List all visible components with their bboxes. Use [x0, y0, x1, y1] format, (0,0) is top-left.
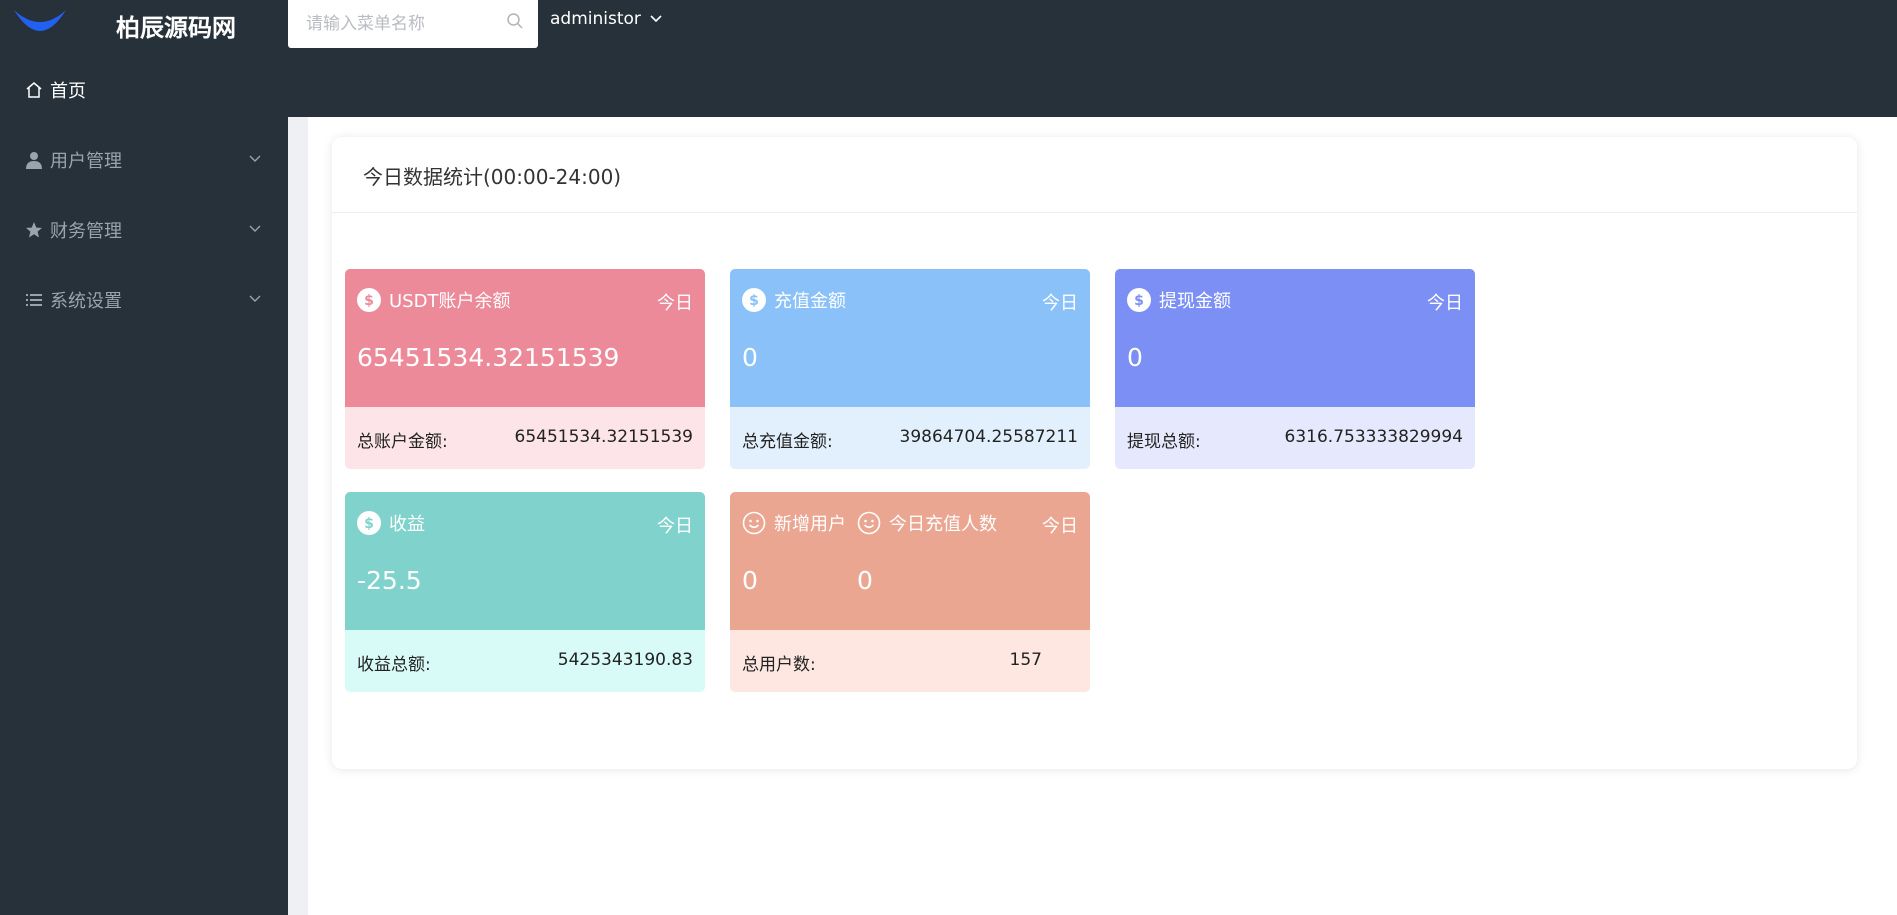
card-footer: 提现总额: 6316.753333829994 [1115, 407, 1475, 469]
card-footer-value: 6316.753333829994 [1284, 427, 1463, 447]
card-value: 65451534.32151539 [357, 343, 620, 372]
dollar-circle-icon: $ [357, 511, 381, 535]
card-value: -25.5 [357, 566, 422, 595]
list-icon [26, 294, 42, 306]
card-title: $ 充值金额 [742, 287, 846, 313]
card-footer: 总用户数: 157 [730, 630, 1090, 692]
card-footer-value: 39864704.25587211 [899, 427, 1078, 447]
sidebar-item-home[interactable]: 首页 [0, 62, 288, 118]
card-title-text: USDT账户余额 [389, 291, 511, 312]
card-footer-label: 总用户数: [742, 655, 816, 675]
card-title-text: 充值金额 [774, 291, 846, 312]
card-footer: 总充值金额: 39864704.25587211 [730, 407, 1090, 469]
chevron-down-icon [249, 295, 261, 302]
smile-icon [857, 511, 881, 535]
card-today-badge: 今日 [657, 516, 693, 537]
card-footer-label: 总充值金额: [742, 432, 833, 452]
card-title-text: 新增用户 [774, 514, 846, 535]
card-footer: 总账户金额: 65451534.32151539 [345, 407, 705, 469]
brand-title: 柏辰源码网 [116, 14, 236, 42]
svg-text:$: $ [364, 516, 374, 532]
chevron-down-icon [650, 15, 662, 23]
sidebar-item-label: 用户管理 [50, 151, 122, 172]
sidebar-item-user-management[interactable]: 用户管理 [0, 132, 288, 188]
dollar-circle-icon: $ [742, 288, 766, 312]
sidebar-item-finance-management[interactable]: 财务管理 [0, 202, 288, 258]
dollar-circle-icon: $ [357, 288, 381, 312]
card-footer: 收益总额: 5425343190.83 [345, 630, 705, 692]
card-title: $ 提现金额 [1127, 287, 1231, 313]
card-header: $ 收益 今日 -25.5 [345, 492, 705, 630]
menu-search [288, 0, 538, 48]
stat-card-earnings: $ 收益 今日 -25.5 收益总额: 5425343190.83 [345, 492, 705, 692]
card-title: 新增用户 [742, 510, 846, 536]
card-value: 0 [742, 566, 758, 595]
content-gutter [288, 117, 308, 915]
card-today-badge: 今日 [1042, 293, 1078, 314]
home-icon [26, 82, 42, 98]
card-header: $ 充值金额 今日 0 [730, 269, 1090, 407]
menu-search-input[interactable] [306, 12, 496, 36]
card-header: $ 提现金额 今日 0 [1115, 269, 1475, 407]
card-value-secondary: 0 [857, 566, 873, 595]
card-footer-label: 提现总额: [1127, 432, 1201, 452]
card-title-text: 收益 [389, 514, 425, 535]
sidebar-item-label: 财务管理 [50, 221, 122, 242]
svg-text:$: $ [1134, 293, 1144, 309]
card-today-badge: 今日 [657, 293, 693, 314]
card-footer-value: 65451534.32151539 [514, 427, 693, 447]
stat-card-usdt-balance: $ USDT账户余额 今日 65451534.32151539 总账户金额: 6… [345, 269, 705, 469]
card-footer-value: 5425343190.83 [557, 650, 693, 670]
stat-card-recharge: $ 充值金额 今日 0 总充值金额: 39864704.25587211 [730, 269, 1090, 469]
user-icon [26, 152, 42, 169]
sidebar-item-label: 首页 [50, 81, 86, 102]
search-icon[interactable] [506, 12, 524, 30]
card-title: $ USDT账户余额 [357, 287, 510, 313]
card-title: $ 收益 [357, 510, 425, 536]
card-title-text: 今日充值人数 [889, 514, 997, 535]
card-footer-label: 收益总额: [357, 655, 431, 675]
stats-panel: 今日数据统计(00:00-24:00) $ USDT账户余额 今日 654515… [332, 137, 1857, 769]
card-header: $ USDT账户余额 今日 65451534.32151539 [345, 269, 705, 407]
svg-text:$: $ [749, 293, 759, 309]
username: administor [550, 9, 641, 29]
svg-text:$: $ [364, 293, 374, 309]
card-title-text: 提现金额 [1159, 291, 1231, 312]
card-header: 新增用户 今日充值人数 今日 0 0 [730, 492, 1090, 630]
card-value: 0 [1127, 343, 1143, 372]
card-footer-value: 157 [1009, 650, 1042, 670]
logo-icon [14, 10, 66, 31]
card-value: 0 [742, 343, 758, 372]
user-menu[interactable]: administor [550, 9, 663, 29]
card-today-badge: 今日 [1427, 293, 1463, 314]
card-today-badge: 今日 [1042, 516, 1078, 537]
panel-header: 今日数据统计(00:00-24:00) [332, 137, 1857, 213]
stat-card-withdrawal: $ 提现金额 今日 0 提现总额: 6316.753333829994 [1115, 269, 1475, 469]
sidebar-item-label: 系统设置 [50, 291, 122, 312]
chevron-down-icon [249, 155, 261, 162]
dollar-circle-icon: $ [1127, 288, 1151, 312]
card-footer-label: 总账户金额: [357, 432, 448, 452]
smile-icon [742, 511, 766, 535]
panel-title: 今日数据统计(00:00-24:00) [363, 165, 622, 189]
stat-card-users: 新增用户 今日充值人数 今日 0 0 总用户数: 157 [730, 492, 1090, 692]
card-title-secondary: 今日充值人数 [857, 510, 997, 536]
star-icon [26, 222, 42, 238]
chevron-down-icon [249, 225, 261, 232]
sidebar-item-system-settings[interactable]: 系统设置 [0, 272, 288, 328]
